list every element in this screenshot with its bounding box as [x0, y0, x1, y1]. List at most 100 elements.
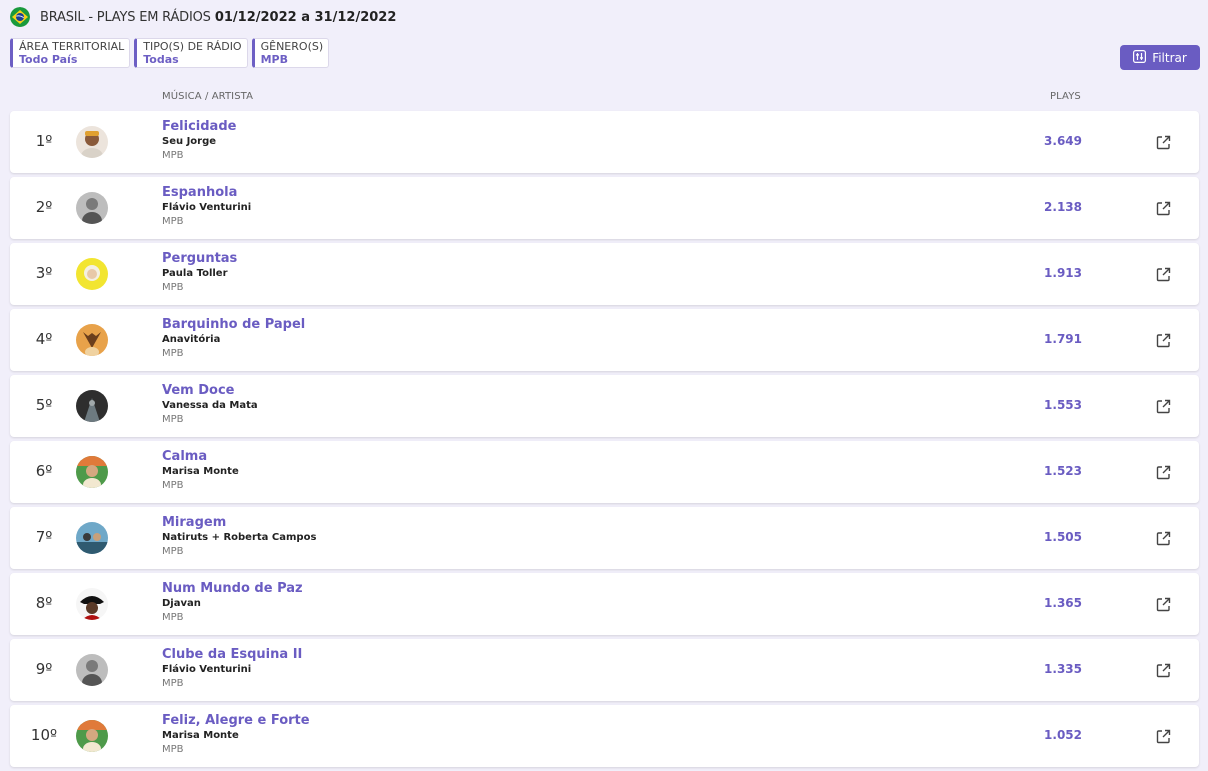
external-link-icon[interactable]	[1156, 267, 1171, 282]
filter-button[interactable]: Filtrar	[1120, 45, 1200, 70]
external-link-icon[interactable]	[1156, 201, 1171, 216]
page-header: BRASIL - PLAYS EM RÁDIOS 01/12/2022 a 31…	[10, 7, 396, 27]
rank-number: 6º	[35, 462, 53, 480]
ranking-row[interactable]: 8º Num Mundo de Paz Djavan MPB 1.365	[10, 573, 1199, 635]
artist-avatar	[76, 390, 108, 422]
genre-label: MPB	[162, 216, 184, 227]
song-title[interactable]: Miragem	[162, 515, 316, 531]
external-link-icon[interactable]	[1156, 333, 1171, 348]
rank-number: 9º	[35, 660, 53, 678]
song-title[interactable]: Calma	[162, 449, 239, 465]
rank-number: 7º	[35, 528, 53, 546]
external-link-icon[interactable]	[1156, 465, 1171, 480]
active-filters: ÁREA TERRITORIAL Todo País TIPO(S) DE RÁ…	[10, 38, 330, 68]
rank-number: 1º	[35, 132, 53, 150]
ranking-row[interactable]: 4º Barquinho de Papel Anavitória MPB 1.7…	[10, 309, 1199, 371]
column-header-plays: PLAYS	[1050, 91, 1081, 102]
rank-number: 3º	[35, 264, 53, 282]
filter-chip-radio-type[interactable]: TIPO(S) DE RÁDIO Todas	[134, 38, 248, 68]
genre-label: MPB	[162, 744, 184, 755]
genre-label: MPB	[162, 612, 184, 623]
artist-name: Paula Toller	[162, 268, 228, 279]
external-link-icon[interactable]	[1156, 135, 1171, 150]
song-title[interactable]: Felicidade	[162, 119, 236, 135]
external-link-icon[interactable]	[1156, 597, 1171, 612]
filter-chip-area[interactable]: ÁREA TERRITORIAL Todo País	[10, 38, 131, 68]
song-title[interactable]: Barquinho de Papel	[162, 317, 305, 333]
plays-count: 2.138	[1044, 200, 1082, 214]
plays-count: 1.553	[1044, 398, 1082, 412]
plays-count: 1.523	[1044, 464, 1082, 478]
artist-avatar	[76, 324, 108, 356]
filter-value: Todas	[143, 52, 179, 66]
artist-name: Djavan	[162, 598, 201, 609]
filter-value: MPB	[260, 52, 289, 66]
plays-count: 1.913	[1044, 266, 1082, 280]
artist-name: Natiruts + Roberta Campos	[162, 532, 317, 543]
genre-label: MPB	[162, 678, 184, 689]
artist-name: Flávio Venturini	[162, 202, 252, 213]
genre-label: MPB	[162, 414, 184, 425]
plays-count: 1.791	[1044, 332, 1082, 346]
column-header-music-artist: MÚSICA / ARTISTA	[162, 91, 254, 102]
artist-avatar	[76, 720, 108, 752]
song-title[interactable]: Espanhola	[162, 185, 251, 201]
genre-label: MPB	[162, 480, 184, 491]
rank-number: 4º	[35, 330, 53, 348]
rank-number: 5º	[35, 396, 53, 414]
plays-count: 3.649	[1044, 134, 1082, 148]
genre-label: MPB	[162, 546, 184, 557]
genre-label: MPB	[162, 150, 184, 161]
date-range: 01/12/2022 a 31/12/2022	[214, 9, 397, 25]
page-title: BRASIL - PLAYS EM RÁDIOS	[40, 9, 211, 25]
brazil-flag-icon	[10, 7, 30, 27]
filter-chip-genre[interactable]: GÊNERO(S) MPB	[251, 38, 330, 68]
artist-avatar	[76, 654, 108, 686]
filter-button-label: Filtrar	[1152, 50, 1187, 65]
sliders-icon	[1133, 49, 1147, 66]
external-link-icon[interactable]	[1156, 531, 1171, 546]
song-title[interactable]: Vem Doce	[162, 383, 258, 399]
ranking-row[interactable]: 10º Feliz, Alegre e Forte Marisa Monte M…	[10, 705, 1199, 767]
song-title[interactable]: Num Mundo de Paz	[162, 581, 303, 597]
genre-label: MPB	[162, 282, 184, 293]
ranking-row[interactable]: 7º Miragem Natiruts + Roberta Campos MPB…	[10, 507, 1199, 569]
artist-name: Vanessa da Mata	[162, 400, 258, 411]
song-title[interactable]: Perguntas	[162, 251, 237, 267]
artist-avatar	[76, 522, 108, 554]
ranking-row[interactable]: 2º Espanhola Flávio Venturini MPB 2.138	[10, 177, 1199, 239]
external-link-icon[interactable]	[1156, 399, 1171, 414]
plays-count: 1.052	[1044, 728, 1082, 742]
filter-label: GÊNERO(S)	[260, 39, 324, 53]
filter-label: ÁREA TERRITORIAL	[19, 39, 125, 53]
ranking-row[interactable]: 5º Vem Doce Vanessa da Mata MPB 1.553	[10, 375, 1199, 437]
song-title[interactable]: Clube da Esquina II	[162, 647, 302, 663]
artist-name: Marisa Monte	[162, 466, 239, 477]
genre-label: MPB	[162, 348, 184, 359]
artist-name: Anavitória	[162, 334, 221, 345]
rank-number: 2º	[35, 198, 53, 216]
artist-avatar	[76, 588, 108, 620]
plays-count: 1.365	[1044, 596, 1082, 610]
external-link-icon[interactable]	[1156, 663, 1171, 678]
ranking-row[interactable]: 1º Felicidade Seu Jorge MPB 3.649	[10, 111, 1199, 173]
filter-label: TIPO(S) DE RÁDIO	[143, 39, 242, 53]
rank-number: 10º	[30, 726, 58, 744]
artist-name: Marisa Monte	[162, 730, 239, 741]
plays-count: 1.335	[1044, 662, 1082, 676]
ranking-row[interactable]: 6º Calma Marisa Monte MPB 1.523	[10, 441, 1199, 503]
ranking-row[interactable]: 9º Clube da Esquina II Flávio Venturini …	[10, 639, 1199, 701]
song-title[interactable]: Feliz, Alegre e Forte	[162, 713, 310, 729]
artist-name: Flávio Venturini	[162, 664, 252, 675]
artist-avatar	[76, 126, 108, 158]
ranking-list: 1º Felicidade Seu Jorge MPB 3.649 2º Esp…	[10, 111, 1199, 771]
external-link-icon[interactable]	[1156, 729, 1171, 744]
ranking-row[interactable]: 3º Perguntas Paula Toller MPB 1.913	[10, 243, 1199, 305]
rank-number: 8º	[35, 594, 53, 612]
filter-value: Todo País	[19, 52, 78, 66]
artist-avatar	[76, 456, 108, 488]
artist-name: Seu Jorge	[162, 136, 217, 147]
artist-avatar	[76, 192, 108, 224]
artist-avatar	[76, 258, 108, 290]
plays-count: 1.505	[1044, 530, 1082, 544]
